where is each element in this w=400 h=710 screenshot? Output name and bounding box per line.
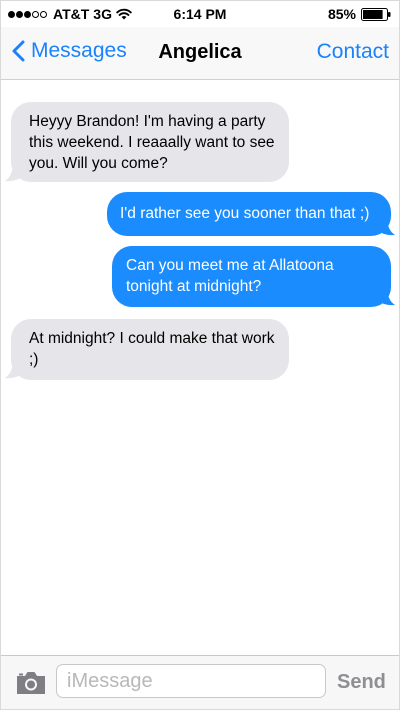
message-line: tonight at midnight? (126, 278, 262, 295)
nav-bar: Messages Angelica Contact (1, 27, 399, 80)
send-button[interactable]: Send (337, 671, 386, 694)
back-button-label: Messages (31, 39, 127, 62)
camera-icon[interactable] (15, 670, 47, 696)
message-line: I'd rather see you sooner than that ;) (120, 205, 370, 222)
message-line: At midnight? I could make that work (29, 330, 275, 347)
status-bar: AT&T 3G 6:14 PM 85% (1, 1, 399, 27)
imessage-input[interactable] (56, 664, 326, 698)
message-line: you. Will you come? (29, 155, 168, 172)
status-right: 85% (328, 6, 391, 22)
message-bubble-sent[interactable]: I'd rather see you sooner than that ;) (107, 192, 391, 236)
message-bubble-received[interactable]: At midnight? I could make that work ;) (11, 319, 289, 380)
message-line: this weekend. I reaaally want to see (29, 134, 275, 151)
contact-button[interactable]: Contact (317, 40, 389, 64)
message-line: Heyyy Brandon! I'm having a party (29, 113, 266, 130)
battery-icon (361, 7, 391, 21)
back-button[interactable]: Messages (11, 39, 127, 63)
message-bubble-received[interactable]: Heyyy Brandon! I'm having a party this w… (11, 102, 289, 182)
compose-bar: Send (1, 655, 399, 709)
message-bubble-sent[interactable]: Can you meet me at Allatoona tonight at … (112, 246, 391, 307)
message-line: Can you meet me at Allatoona (126, 257, 334, 274)
battery-percentage: 85% (327, 6, 356, 22)
battery-fill (363, 9, 383, 19)
message-line: ;) (29, 351, 39, 368)
chevron-left-icon (12, 40, 25, 62)
messages-screen: AT&T 3G 6:14 PM 85% Messages Angelica Co… (0, 0, 400, 710)
